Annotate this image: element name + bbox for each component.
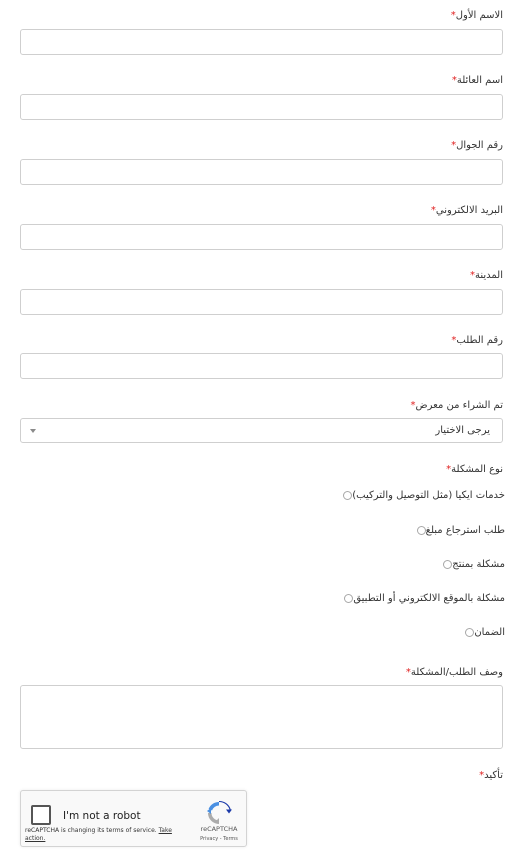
recaptcha-logo-icon — [207, 800, 232, 824]
city-label: المدينة* — [469, 270, 503, 281]
radio-label: مشكلة بمنتج — [452, 559, 505, 570]
first-name-field[interactable] — [20, 29, 503, 55]
mobile-field[interactable] — [20, 159, 503, 185]
first-name-input[interactable] — [21, 30, 502, 55]
radio-label: طلب استرجاع مبلغ — [425, 525, 505, 536]
email-label: البريد الالكتروني* — [430, 205, 503, 216]
description-label: وصف الطلب/المشكلة* — [405, 667, 503, 678]
radio-label: مشكلة بالموقع الالكتروني أو التطبيق — [353, 593, 505, 604]
radio-button[interactable] — [465, 628, 475, 637]
description-textarea[interactable] — [20, 685, 503, 749]
radio-button[interactable] — [344, 594, 354, 603]
recaptcha-checkbox[interactable] — [31, 805, 51, 825]
problem-type-option[interactable]: مشكلة بمنتج — [437, 559, 505, 570]
chevron-down-icon — [30, 429, 36, 433]
mobile-input[interactable] — [21, 160, 502, 185]
recaptcha-brand: reCAPTCHA — [200, 825, 238, 833]
problem-type-label: نوع المشكلة* — [446, 464, 503, 475]
problem-type-option[interactable]: الضمان — [459, 627, 505, 638]
store-select-value: يرجى الاختيار — [435, 425, 490, 436]
first-name-label: الاسم الأول* — [450, 10, 503, 21]
radio-label: خدمات ايكيا (مثل التوصيل والتركيب) — [352, 490, 505, 501]
mobile-label: رقم الجوال* — [451, 140, 503, 151]
recaptcha-notice-text: reCAPTCHA is changing its terms of servi… — [25, 827, 157, 834]
recaptcha-notice: reCAPTCHA is changing its terms of servi… — [25, 827, 175, 843]
radio-label: الضمان — [474, 627, 505, 638]
recaptcha-widget: I'm not a robot reCAPTCHA Privacy - Term… — [20, 790, 247, 847]
problem-type-option[interactable]: خدمات ايكيا (مثل التوصيل والتركيب) — [337, 490, 505, 501]
radio-button[interactable] — [443, 560, 453, 569]
problem-type-option[interactable]: مشكلة بالموقع الالكتروني أو التطبيق — [338, 593, 505, 604]
recaptcha-links[interactable]: Privacy - Terms — [191, 836, 247, 842]
recaptcha-checkbox-label: I'm not a robot — [63, 810, 141, 822]
email-field[interactable] — [20, 224, 503, 250]
contact-form-page: الاسم الأول* اسم العائلة* رقم الجوال* ال… — [0, 0, 513, 854]
store-select[interactable]: يرجى الاختيار — [20, 418, 503, 443]
store-label: تم الشراء من معرض* — [410, 400, 503, 411]
city-input[interactable] — [21, 290, 502, 315]
order-number-field[interactable] — [20, 353, 503, 379]
family-name-input[interactable] — [21, 95, 502, 120]
radio-button[interactable] — [416, 526, 426, 535]
order-number-label: رقم الطلب* — [451, 335, 503, 346]
city-field[interactable] — [20, 289, 503, 315]
family-name-label: اسم العائلة* — [451, 75, 503, 86]
email-input[interactable] — [21, 225, 502, 250]
radio-button[interactable] — [343, 491, 353, 500]
confirm-label: تأكيد* — [479, 770, 503, 781]
family-name-field[interactable] — [20, 94, 503, 120]
order-number-input[interactable] — [21, 354, 502, 379]
problem-type-option[interactable]: طلب استرجاع مبلغ — [411, 525, 505, 536]
